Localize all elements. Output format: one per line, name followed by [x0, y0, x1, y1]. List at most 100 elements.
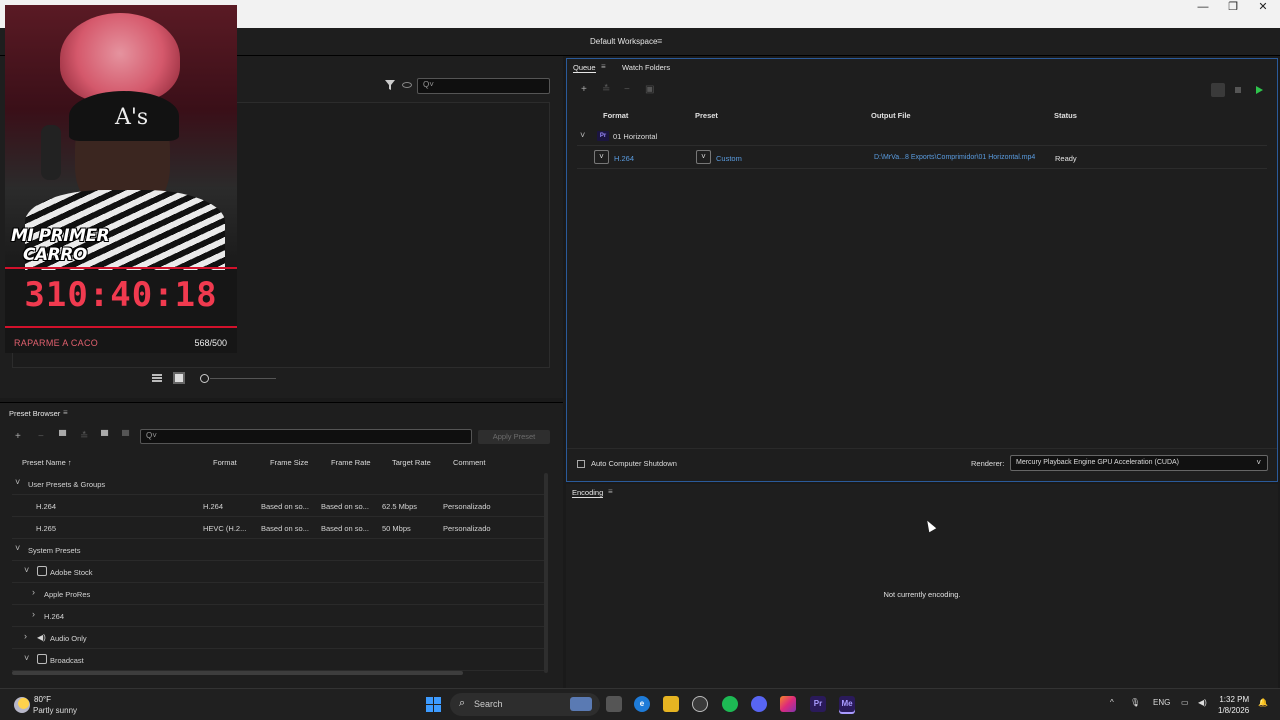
preset-row[interactable]: H.264 H.264 Based on so... Based on so..… — [12, 495, 547, 517]
chevron-right-icon[interactable]: › — [32, 588, 40, 597]
search-icon: Q˅ — [423, 80, 434, 89]
preset-group-row[interactable]: › Apple ProRes — [12, 583, 547, 605]
queue-options-button[interactable] — [1211, 83, 1225, 97]
microphone-icon[interactable]: 🎙 — [1130, 698, 1140, 707]
apply-preset-button[interactable]: Apply Preset — [478, 430, 550, 444]
column-header-format[interactable]: Format — [603, 111, 628, 120]
filter-icon[interactable] — [385, 80, 395, 90]
column-header-frame-size[interactable]: Frame Size — [270, 458, 308, 467]
auto-shutdown-checkbox[interactable] — [577, 460, 585, 468]
export-preset-icon[interactable]: ▀ — [122, 431, 129, 442]
add-source-icon[interactable]: + — [581, 84, 587, 95]
preset-settings-icon[interactable]: ≛ — [602, 84, 610, 95]
encoding-menu-icon[interactable]: ≡ — [608, 487, 613, 496]
remove-preset-icon[interactable]: − — [38, 431, 44, 442]
stop-queue-icon[interactable] — [1235, 87, 1241, 93]
preset-group-row[interactable]: ˅ User Presets & Groups — [12, 473, 547, 495]
media-search-input[interactable]: Q˅ — [417, 78, 550, 94]
maximize-button[interactable]: ❐ — [1218, 0, 1248, 14]
workspace-label[interactable]: Default Workspace — [590, 37, 657, 46]
taskbar-search-box[interactable]: ⌕ Search — [450, 693, 600, 716]
media-encoder-icon[interactable]: Me — [839, 696, 855, 712]
list-view-icon[interactable] — [152, 374, 162, 382]
weather-icon[interactable] — [14, 697, 30, 713]
discord-icon[interactable] — [751, 696, 767, 712]
chevron-right-icon[interactable]: › — [24, 632, 32, 641]
tab-encoding[interactable]: Encoding — [572, 488, 604, 498]
weather-temperature[interactable]: 80°F — [34, 695, 51, 704]
preset-group-row[interactable]: ˅ System Presets — [12, 539, 547, 561]
column-header-format[interactable]: Format — [213, 458, 237, 467]
queue-item-row[interactable]: ˅ H.264 ˅ Custom D:\MrVa...8 Exports\Com… — [577, 147, 1267, 169]
panel-menu-icon[interactable]: ≡ — [63, 408, 68, 417]
chevron-down-icon[interactable]: ˅ — [15, 478, 23, 487]
close-button[interactable]: ✕ — [1248, 0, 1278, 14]
overlay-goal-label: RAPARME A CACO — [14, 338, 99, 348]
status-text: Ready — [1055, 154, 1077, 163]
format-link[interactable]: H.264 — [614, 154, 634, 163]
add-preset-icon[interactable]: + — [15, 431, 21, 442]
tab-queue[interactable]: Queue — [573, 63, 596, 73]
eye-icon[interactable] — [402, 82, 412, 88]
chevron-down-icon[interactable]: ˅ — [15, 544, 23, 553]
panel-title[interactable]: Preset Browser — [9, 409, 60, 418]
start-queue-icon[interactable] — [1256, 86, 1263, 94]
taskbar-clock[interactable]: 1:32 PM 1/8/2026 — [1218, 694, 1249, 716]
vertical-scrollbar[interactable] — [544, 473, 548, 673]
column-header-frame-rate[interactable]: Frame Rate — [331, 458, 371, 467]
preset-link[interactable]: Custom — [716, 154, 742, 163]
search-icon: ⌕ — [459, 697, 466, 709]
settings-icon[interactable] — [692, 696, 708, 712]
streamer-logo-image — [60, 13, 180, 103]
column-header-comment[interactable]: Comment — [453, 458, 486, 467]
instagram-icon[interactable] — [780, 696, 796, 712]
broadcast-icon — [37, 654, 47, 664]
preset-search-input[interactable]: Q˅ — [140, 429, 472, 444]
preset-group-row[interactable]: ˅ Broadcast — [12, 649, 547, 671]
new-group-icon[interactable]: ▀ — [59, 431, 66, 442]
queue-group-row[interactable]: ˅ Pr 01 Horizontal — [577, 126, 1267, 146]
column-header-output-file[interactable]: Output File — [871, 111, 911, 120]
horizontal-scrollbar[interactable] — [12, 671, 463, 675]
zoom-slider-knob[interactable] — [200, 374, 209, 383]
preset-group-row[interactable]: › H.264 — [12, 605, 547, 627]
volume-icon[interactable]: ◀) — [1198, 698, 1207, 707]
edge-icon[interactable]: e — [634, 696, 650, 712]
column-header-preset[interactable]: Preset — [695, 111, 718, 120]
tab-watch-folders[interactable]: Watch Folders — [622, 63, 670, 72]
remove-icon[interactable]: − — [624, 84, 630, 95]
column-header-status[interactable]: Status — [1054, 111, 1077, 120]
output-file-link[interactable]: D:\MrVa...8 Exports\Comprimidor\01 Horiz… — [874, 154, 1035, 161]
chevron-down-icon[interactable]: ˅ — [24, 566, 32, 575]
queue-menu-icon[interactable]: ≡ — [601, 62, 606, 71]
column-header-preset-name[interactable]: Preset Name ↑ — [22, 458, 72, 467]
import-preset-icon[interactable]: ▀ — [101, 431, 108, 442]
network-icon[interactable]: ▭ — [1181, 698, 1189, 707]
weather-description[interactable]: Partly sunny — [33, 706, 77, 715]
column-header-target-rate[interactable]: Target Rate — [392, 458, 431, 467]
tray-overflow-icon[interactable]: ^ — [1110, 698, 1114, 707]
preset-browser-panel: Preset Browser ≡ + − ▀ ≛ ▀ ▀ Q˅ Apply Pr… — [0, 402, 563, 688]
thumbnail-view-icon[interactable] — [173, 372, 185, 384]
chevron-down-icon[interactable]: ˅ — [24, 654, 32, 663]
format-dropdown-button[interactable]: ˅ — [594, 150, 609, 164]
workspace-menu-icon[interactable]: ≡ — [657, 36, 662, 46]
notification-bell-icon[interactable]: 🔔 — [1258, 698, 1268, 707]
language-indicator[interactable]: ENG — [1153, 698, 1170, 707]
task-view-icon[interactable] — [606, 696, 622, 712]
preset-dropdown-button[interactable]: ˅ — [696, 150, 711, 164]
chevron-down-icon[interactable]: ˅ — [580, 131, 588, 140]
preset-row[interactable]: H.265 HEVC (H.2... Based on so... Based … — [12, 517, 547, 539]
preset-settings-icon[interactable]: ≛ — [80, 431, 88, 442]
zoom-slider-track[interactable] — [210, 378, 276, 379]
renderer-select[interactable]: Mercury Playback Engine GPU Acceleration… — [1010, 455, 1268, 471]
preset-group-row[interactable]: › ◀) Audio Only — [12, 627, 547, 649]
windows-start-icon[interactable] — [426, 697, 441, 712]
duplicate-icon[interactable]: ▣ — [645, 84, 654, 95]
spotify-icon[interactable] — [722, 696, 738, 712]
minimize-button[interactable]: — — [1188, 0, 1218, 14]
chevron-right-icon[interactable]: › — [32, 610, 40, 619]
premiere-pro-icon[interactable]: Pr — [810, 696, 826, 712]
preset-group-row[interactable]: ˅ Adobe Stock — [12, 561, 547, 583]
file-explorer-icon[interactable] — [663, 696, 679, 712]
